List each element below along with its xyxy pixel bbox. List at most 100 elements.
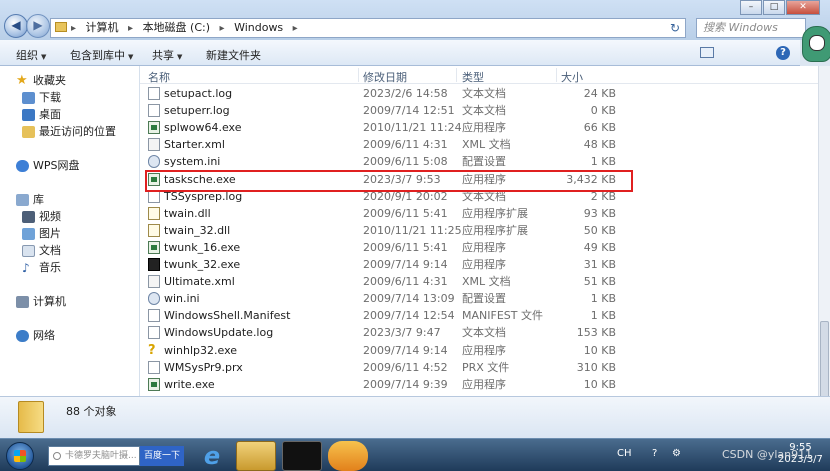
file-row[interactable]: splwow64.exe 2010/11/21 11:24 应用程序 66 KB	[140, 119, 818, 136]
file-row[interactable]: WMSysPr9.prx 2009/6/11 4:52 PRX 文件 310 KB	[140, 359, 818, 376]
file-type: 配置设置	[462, 155, 506, 169]
breadcrumb-windows[interactable]: Windows	[234, 21, 283, 34]
file-date: 2010/11/21 11:24	[363, 121, 462, 135]
file-name: Starter.xml	[164, 138, 225, 152]
taskbar-search-button[interactable]: 百度一下	[140, 446, 184, 466]
file-row[interactable]: system.ini 2009/6/11 5:08 配置设置 1 KB	[140, 153, 818, 170]
column-divider[interactable]	[358, 68, 359, 82]
file-row[interactable]: setuperr.log 2009/7/14 12:51 文本文档 0 KB	[140, 102, 818, 119]
search-input[interactable]: 搜索 Windows	[696, 18, 806, 38]
ie-icon[interactable]: e	[192, 441, 232, 471]
help-tray-icon[interactable]: ?	[652, 448, 657, 459]
column-divider[interactable]	[456, 68, 457, 82]
view-options-icon[interactable]	[700, 47, 714, 58]
chevron-down-icon[interactable]: ▸	[293, 23, 298, 34]
network-icon	[16, 330, 29, 342]
folder-icon	[18, 401, 44, 433]
address-bar-area: ◀ ▶ ▸ 计算机 ▸ 本地磁盘 (C:) ▸ Windows ▸ ↻ 搜索 W…	[0, 0, 830, 40]
text-file-icon	[148, 326, 160, 340]
settings-tray-icon[interactable]: ⚙	[672, 448, 681, 459]
file-row[interactable]: Starter.xml 2009/6/11 4:31 XML 文档 48 KB	[140, 136, 818, 153]
file-row[interactable]: win.ini 2009/7/14 13:09 配置设置 1 KB	[140, 290, 818, 307]
forward-button[interactable]: ▶	[26, 14, 50, 38]
file-name: twain.dll	[164, 206, 211, 220]
explorer-icon[interactable]	[236, 441, 276, 471]
chevron-icon: ▸	[71, 23, 77, 34]
organize-label: 组织	[16, 49, 38, 62]
nav-recent-label: 最近访问的位置	[39, 125, 116, 138]
terminal-icon[interactable]	[282, 441, 322, 471]
dll-file-icon	[148, 223, 160, 237]
start-button[interactable]	[6, 442, 34, 470]
include-library-menu[interactable]: 包含到库中 ▼	[70, 47, 133, 63]
file-date: 2009/7/14 13:09	[363, 292, 455, 306]
nav-network-label: 网络	[33, 329, 55, 342]
cloud-icon	[16, 160, 29, 172]
breadcrumb-drive-c[interactable]: 本地磁盘 (C:)	[143, 21, 210, 34]
file-row[interactable]: WindowsShell.Manifest 2009/7/14 12:54 MANI…	[140, 307, 818, 324]
file-list: 名称 修改日期 类型 大小 setupact.log 2023/2/6 14:58…	[140, 66, 818, 396]
chevron-icon: ▸	[128, 23, 134, 34]
file-row[interactable]: Ultimate.xml 2009/6/11 4:31 XML 文档 51 KB	[140, 273, 818, 290]
close-button[interactable]: ✕	[786, 0, 820, 15]
app-icon[interactable]	[328, 441, 368, 471]
file-name: twunk_16.exe	[164, 240, 241, 254]
file-size: 1 KB	[590, 309, 616, 323]
breadcrumb-computer[interactable]: 计算机	[86, 21, 119, 34]
file-row[interactable]: twunk_32.exe 2009/7/14 9:14 应用程序 31 KB	[140, 256, 818, 273]
file-size: 48 KB	[583, 138, 616, 152]
vertical-scrollbar[interactable]	[818, 66, 830, 431]
share-menu[interactable]: 共享 ▼	[152, 47, 182, 63]
file-date: 2010/11/21 11:25	[363, 223, 462, 237]
file-date: 2009/6/11 5:41	[363, 206, 448, 220]
xml-file-icon	[148, 275, 160, 289]
organize-menu[interactable]: 组织 ▼	[16, 47, 46, 63]
taskbar-search-input[interactable]: 卡德罗夫脑叶摄...	[48, 446, 140, 466]
text-file-icon	[148, 87, 160, 100]
file-date: 2023/2/6 14:58	[363, 87, 448, 100]
file-type: 应用程序	[462, 258, 506, 271]
file-type: 应用程序	[462, 240, 506, 254]
column-date[interactable]: 修改日期	[363, 69, 407, 85]
file-row[interactable]: twain_32.dll 2010/11/21 11:25 应用程序扩展 50 KB	[140, 222, 818, 239]
column-header: 名称 修改日期 类型 大小	[140, 66, 818, 84]
column-size[interactable]: 大小	[561, 69, 583, 85]
maximize-button[interactable]: □	[763, 0, 785, 15]
recent-places-icon	[22, 126, 35, 138]
item-count: 88 个对象	[66, 405, 117, 418]
file-date: 2009/6/11 4:31	[363, 138, 448, 152]
file-row[interactable]: write.exe 2009/7/14 9:39 应用程序 10 KB	[140, 376, 818, 393]
minimize-button[interactable]: –	[740, 0, 762, 15]
file-size: 310 KB	[576, 360, 616, 374]
file-row[interactable]: twunk_16.exe 2009/6/11 5:41 应用程序 49 KB	[140, 239, 818, 256]
file-row[interactable]: ? winhlp32.exe 2009/7/14 9:14 应用程序 10 KB	[140, 342, 818, 359]
back-button[interactable]: ◀	[4, 14, 28, 38]
address-input[interactable]: ▸ 计算机 ▸ 本地磁盘 (C:) ▸ Windows ▸	[50, 18, 686, 38]
picture-icon	[22, 228, 35, 240]
file-name: Ultimate.xml	[164, 275, 235, 289]
file-date: 2009/7/14 9:39	[363, 377, 448, 391]
xml-file-icon	[148, 138, 160, 152]
column-type[interactable]: 类型	[462, 69, 484, 85]
file-row[interactable]: WindowsUpdate.log 2023/3/7 9:47 文本文档 153 KB	[140, 324, 818, 341]
file-name: setuperr.log	[164, 104, 230, 118]
new-folder-button[interactable]: 新建文件夹	[206, 47, 261, 63]
column-divider[interactable]	[556, 68, 557, 82]
column-name[interactable]: 名称	[148, 69, 170, 85]
language-indicator[interactable]: CH	[617, 448, 632, 459]
chevron-down-icon: ▼	[41, 53, 47, 61]
file-size: 10 KB	[583, 377, 616, 391]
nav-music-label: 音乐	[39, 261, 61, 274]
refresh-icon[interactable]: ↻	[670, 21, 680, 35]
share-label: 共享	[152, 49, 174, 62]
library-icon	[16, 194, 29, 206]
nav-favorites-label: 收藏夹	[33, 74, 66, 87]
file-name: WindowsUpdate.log	[164, 326, 274, 340]
config-file-icon	[148, 155, 160, 169]
chevron-down-icon: ▼	[128, 53, 134, 61]
file-row[interactable]: setupact.log 2023/2/6 14:58 文本文档 24 KB	[140, 85, 818, 102]
folder-icon	[55, 22, 67, 32]
file-size: 66 KB	[583, 121, 616, 135]
help-icon[interactable]: ?	[776, 46, 790, 60]
file-row[interactable]: twain.dll 2009/6/11 5:41 应用程序扩展 93 KB	[140, 205, 818, 222]
